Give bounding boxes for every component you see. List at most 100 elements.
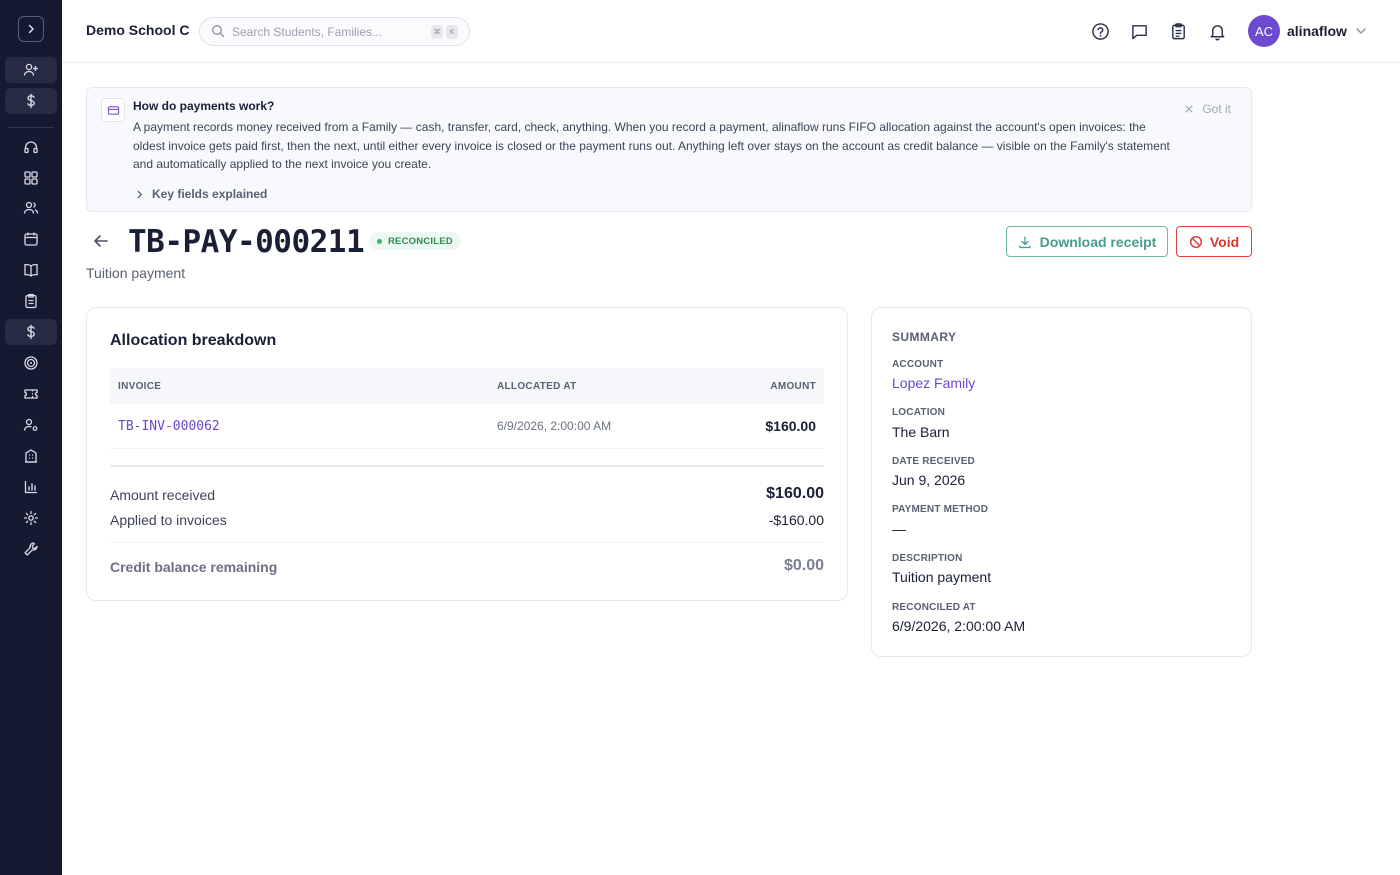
chevron-right-icon [137, 190, 142, 198]
reconciled-at-value: 6/9/2026, 2:00:00 AM [892, 618, 1026, 634]
download-icon [1019, 235, 1031, 248]
close-icon [1185, 105, 1193, 113]
search-input[interactable] [232, 23, 422, 41]
help-button[interactable] [1089, 20, 1111, 42]
void-label: Void [1209, 233, 1240, 250]
sidebar-item-billing[interactable] [5, 88, 57, 114]
search-box[interactable]: ⌘ K [199, 17, 470, 46]
username[interactable]: alinaflow [1287, 23, 1347, 39]
shortcut-key-cmd: ⌘ [431, 25, 443, 39]
sidebar-item-settings[interactable] [5, 505, 57, 531]
sidebar-item-library[interactable] [5, 257, 57, 283]
applied-value: -$160.00 [768, 512, 824, 528]
account-label: ACCOUNT [892, 359, 944, 370]
description-value: Tuition payment [892, 569, 992, 585]
bell-icon [1210, 24, 1224, 40]
chevron-right-icon [28, 24, 34, 34]
allocation-card: Allocation breakdown INVOICE ALLOCATED A… [86, 307, 848, 601]
page-title: TB-PAY-000211 [128, 224, 365, 260]
bar-chart-icon [24, 481, 37, 494]
sidebar-divider [8, 127, 54, 128]
dollar-icon [27, 93, 35, 109]
chevron-down-icon[interactable] [1354, 24, 1368, 38]
building-icon [25, 449, 37, 463]
payment-method-label: PAYMENT METHOD [892, 504, 989, 515]
credit-balance-value: $0.00 [783, 557, 824, 574]
summary-card: SUMMARY ACCOUNT Lopez Family LOCATION Th… [871, 307, 1252, 657]
description-label: DESCRIPTION [892, 553, 963, 564]
date-received-label: DATE RECEIVED [892, 456, 975, 467]
help-circle-icon [1091, 22, 1109, 40]
dismiss-button[interactable]: Got it [1184, 102, 1231, 116]
column-amount: AMOUNT [770, 381, 816, 392]
column-invoice: INVOICE [118, 381, 162, 392]
clipboard-icon [25, 293, 37, 309]
sidebar-item-add-user[interactable] [5, 57, 57, 83]
shortcut-key-k: K [446, 25, 458, 39]
sidebar-item-user-settings[interactable] [5, 412, 57, 438]
sidebar [0, 0, 62, 875]
void-button[interactable]: Void [1176, 226, 1252, 257]
sidebar-item-clipboard[interactable] [5, 288, 57, 314]
avatar[interactable]: AC [1248, 15, 1280, 47]
amount-received-label: Amount received [110, 487, 216, 503]
sidebar-item-reports[interactable] [5, 474, 57, 500]
messages-button[interactable] [1128, 20, 1150, 42]
school-name[interactable]: Demo School C [86, 22, 189, 38]
headset-icon [24, 141, 38, 154]
download-receipt-label: Download receipt [1039, 233, 1157, 250]
sidebar-item-calendar[interactable] [5, 226, 57, 252]
payment-method-value: — [892, 521, 906, 537]
table-header: INVOICE ALLOCATED AT AMOUNT [110, 368, 824, 404]
amount-value: $160.00 [765, 418, 816, 434]
sidebar-item-dashboard[interactable] [5, 165, 57, 191]
amount-received-row: Amount received $160.00 [110, 485, 824, 503]
invoice-link[interactable]: TB-INV-000062 [118, 419, 220, 434]
key-fields-toggle[interactable]: Key fields explained [135, 187, 267, 201]
user-plus-icon [23, 63, 38, 76]
account-link[interactable]: Lopez Family [892, 375, 975, 391]
page-subtitle: Tuition payment [86, 265, 186, 281]
tasks-button[interactable] [1167, 20, 1189, 42]
divider [110, 542, 824, 543]
divider [110, 465, 824, 467]
amount-received-value: $160.00 [766, 485, 824, 502]
message-square-icon [1131, 24, 1147, 39]
applied-label: Applied to invoices [110, 512, 227, 528]
sidebar-item-tickets[interactable] [5, 381, 57, 407]
sidebar-item-support[interactable] [5, 135, 57, 161]
back-arrow-icon[interactable] [91, 231, 111, 251]
users-icon [23, 201, 39, 214]
applied-row: Applied to invoices -$160.00 [110, 512, 824, 528]
credit-card-icon [101, 98, 125, 122]
sidebar-item-people[interactable] [5, 195, 57, 221]
table-row: TB-INV-000062 6/9/2026, 2:00:00 AM $160.… [110, 404, 824, 449]
column-allocated-at: ALLOCATED AT [497, 381, 577, 392]
location-label: LOCATION [892, 407, 946, 418]
status-badge: RECONCILED [369, 232, 461, 250]
notifications-button[interactable] [1206, 20, 1228, 42]
sidebar-item-goals[interactable] [5, 350, 57, 376]
sidebar-item-payments[interactable] [5, 319, 57, 345]
search-icon [212, 25, 225, 38]
target-icon [24, 356, 38, 370]
date-received-value: Jun 9, 2026 [892, 472, 966, 488]
expand-sidebar-button[interactable] [18, 16, 44, 42]
status-label: RECONCILED [388, 235, 453, 247]
user-cog-icon [23, 418, 38, 431]
credit-balance-label: Credit balance remaining [110, 559, 278, 575]
dashboard-icon [24, 171, 38, 185]
status-dot [377, 238, 382, 244]
clipboard-list-icon [1171, 22, 1185, 39]
allocation-title: Allocation breakdown [110, 332, 277, 349]
calendar-icon [24, 232, 38, 246]
gear-icon [23, 510, 39, 526]
download-receipt-button[interactable]: Download receipt [1006, 226, 1168, 257]
allocated-at-value: 6/9/2026, 2:00:00 AM [497, 419, 612, 433]
book-open-icon [24, 263, 38, 277]
dismiss-label: Got it [1202, 102, 1231, 116]
summary-title: SUMMARY [892, 330, 957, 344]
sidebar-item-tools[interactable] [5, 536, 57, 562]
sidebar-item-building[interactable] [5, 443, 57, 469]
key-fields-label: Key fields explained [152, 187, 268, 201]
